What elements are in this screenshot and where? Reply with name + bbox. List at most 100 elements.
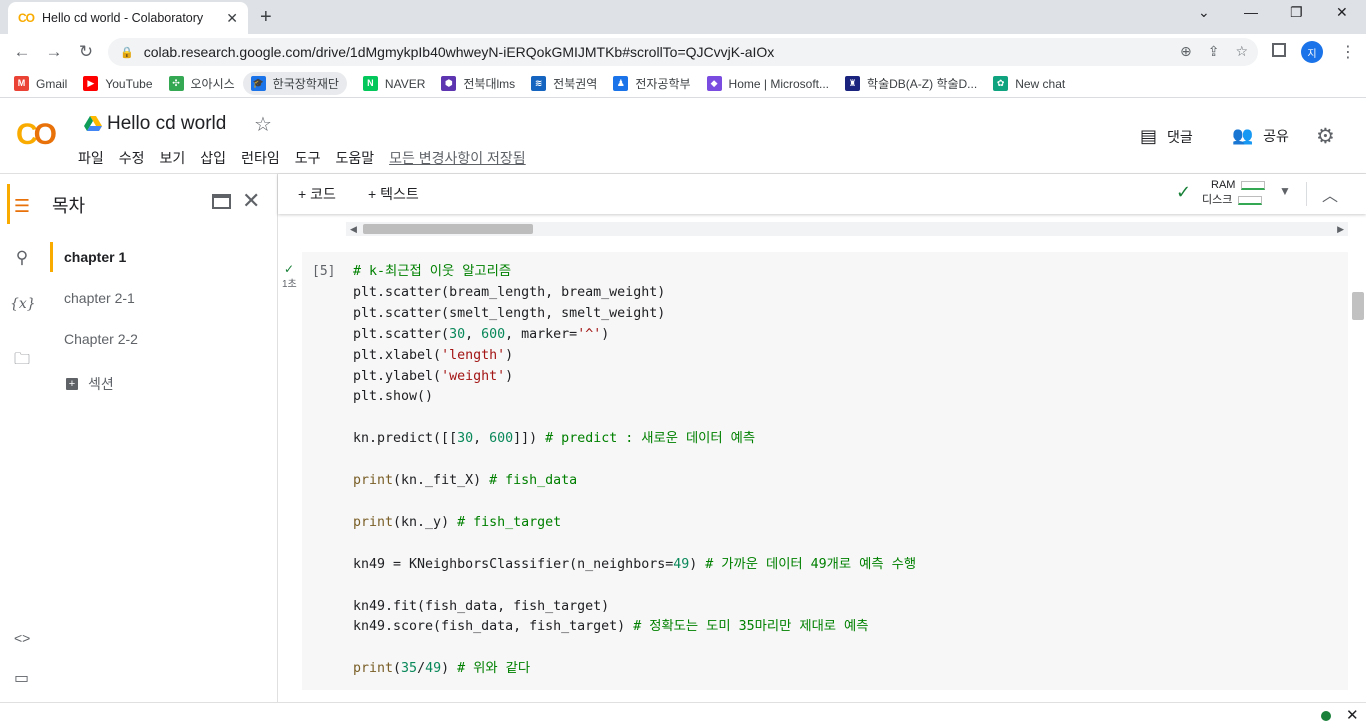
menu-item[interactable]: 수정 xyxy=(119,148,145,168)
menu-bar: 파일 수정 보기 삽입 런타임 도구 도움말 모든 변경사항이 저장됨 xyxy=(78,148,526,168)
close-status-icon[interactable]: ✕ xyxy=(1346,706,1359,724)
runtime-dropdown-icon[interactable]: ▼ xyxy=(1279,184,1291,198)
menu-item[interactable]: 도움말 xyxy=(335,148,374,168)
minimize-icon[interactable]: — xyxy=(1244,4,1258,20)
bookmark-label: Home | Microsoft... xyxy=(728,76,830,91)
scroll-right-icon[interactable]: ▶ xyxy=(1337,222,1344,236)
profile-avatar[interactable]: 지 xyxy=(1301,41,1323,63)
scrollbar-thumb[interactable] xyxy=(363,224,533,234)
tab-search-icon[interactable]: ⌄ xyxy=(1198,4,1210,21)
save-status-link[interactable]: 모든 변경사항이 저장됨 xyxy=(389,148,526,168)
toc-item-chapter-1[interactable]: chapter 1 xyxy=(64,249,126,265)
forward-icon[interactable]: → xyxy=(38,42,70,62)
bookmark-label: YouTube xyxy=(105,76,153,91)
variables-icon[interactable]: {x} xyxy=(10,296,36,312)
close-tab-icon[interactable]: ✕ xyxy=(226,10,238,27)
toc-title: 목차 xyxy=(52,196,86,216)
reload-icon[interactable]: ↻ xyxy=(70,42,102,62)
search-icon[interactable]: ⚲ xyxy=(10,248,34,268)
bookmarks-bar: M Gmail ▶ YouTube ✣ 오아시스 🎓 한국장학재단 N NAVER ⬢ 전북대lms ≋… xyxy=(0,70,1366,98)
bookmark-item[interactable]: ♟ 전자공학부 xyxy=(613,75,691,92)
menu-item[interactable]: 파일 xyxy=(78,148,104,168)
table-of-contents-icon[interactable]: ☰ xyxy=(10,196,34,217)
bookmark-item[interactable]: ≋ 전북권역 xyxy=(531,75,597,92)
add-code-button[interactable]: + 코드 xyxy=(298,184,336,204)
add-text-button[interactable]: + 텍스트 xyxy=(368,184,419,204)
notebook-toolbar: + 코드 + 텍스트 ✓ RAM 디스크 ▼ ︿ xyxy=(278,174,1366,214)
disk-label: 디스크 xyxy=(1202,194,1233,206)
bookmark-item[interactable]: 🎓 한국장학재단 xyxy=(242,72,347,95)
bookmark-star-icon[interactable]: ☆ xyxy=(1235,43,1248,60)
bookmark-favicon-icon: ▶ xyxy=(83,76,99,91)
collapse-header-icon[interactable]: ︿ xyxy=(1322,182,1338,206)
close-panel-icon[interactable]: ✕ xyxy=(242,188,260,214)
bookmark-item[interactable]: ✿ New chat xyxy=(993,76,1065,91)
files-folder-icon[interactable]: 🗀 xyxy=(10,348,34,375)
menu-item[interactable]: 런타임 xyxy=(241,148,280,168)
toc-item-chapter-2-2[interactable]: Chapter 2-2 xyxy=(64,331,138,347)
star-notebook-icon[interactable]: ☆ xyxy=(254,112,272,137)
bookmark-item[interactable]: ▶ YouTube xyxy=(83,76,153,91)
toc-item-chapter-2-1[interactable]: chapter 2-1 xyxy=(64,290,135,306)
bookmark-label: 전북권역 xyxy=(553,77,598,91)
bookmark-item[interactable]: ✣ 오아시스 xyxy=(168,75,235,92)
settings-gear-icon[interactable]: ⚙ xyxy=(1316,124,1335,149)
colab-header: CO Hello cd world ☆ 파일 수정 보기 삽입 런타임 도구 도움말 모든 변… xyxy=(0,98,1366,174)
back-icon[interactable]: ← xyxy=(6,42,38,62)
menu-item[interactable]: 삽입 xyxy=(200,148,226,168)
bookmark-item[interactable]: ♜ 학술DB(A-Z) 학술D... xyxy=(845,75,977,92)
side-panel-icon[interactable] xyxy=(1272,43,1286,57)
bookmark-favicon-icon: M xyxy=(14,76,29,91)
bookmark-favicon-icon: ♜ xyxy=(845,76,861,91)
share-page-icon[interactable]: ⇪ xyxy=(1208,43,1220,60)
menu-item[interactable]: 도구 xyxy=(295,148,321,168)
output-horizontal-scrollbar[interactable]: ◀ ▶ xyxy=(346,222,1348,236)
page-vertical-scrollbar[interactable] xyxy=(1352,292,1364,320)
comment-icon: ▤ xyxy=(1140,126,1158,146)
bookmark-label: NAVER xyxy=(384,76,426,91)
disk-bar xyxy=(1238,195,1263,205)
toc-active-indicator xyxy=(50,242,53,272)
ram-label: RAM xyxy=(1211,179,1236,191)
bookmark-favicon-icon: ✿ xyxy=(993,76,1009,91)
connected-check-icon: ✓ xyxy=(1176,182,1192,202)
bookmark-item[interactable]: N NAVER xyxy=(362,76,426,91)
zoom-icon[interactable]: ⊕ xyxy=(1180,43,1192,60)
code-editor[interactable]: # k-최근접 이웃 알고리즘 plt.scatter(bream_length… xyxy=(353,262,916,680)
bookmark-label: Gmail xyxy=(36,76,68,91)
restore-icon[interactable]: ❐ xyxy=(1290,4,1303,21)
open-in-tab-icon[interactable] xyxy=(212,194,231,209)
execution-count[interactable]: [5] xyxy=(312,264,335,279)
chrome-menu-icon[interactable]: ⋮ xyxy=(1340,42,1356,62)
bookmark-item[interactable]: M Gmail xyxy=(14,76,67,91)
status-bar: ✕ xyxy=(0,702,1366,727)
notebook-title[interactable]: Hello cd world xyxy=(107,113,226,135)
status-dot-icon[interactable] xyxy=(1321,711,1331,721)
new-tab-icon[interactable]: + xyxy=(260,6,272,29)
bookmark-label: 전북대lms xyxy=(463,77,516,91)
code-snippets-icon[interactable]: <> xyxy=(14,630,30,646)
scroll-left-icon[interactable]: ◀ xyxy=(350,222,357,236)
menu-item[interactable]: 보기 xyxy=(160,148,186,168)
colab-logo[interactable]: CO xyxy=(16,118,57,152)
comment-button[interactable]: ▤ 댓글 xyxy=(1140,126,1193,147)
bookmark-item[interactable]: ⬢ 전북대lms xyxy=(441,75,515,92)
close-window-icon[interactable]: ✕ xyxy=(1336,4,1348,21)
bookmark-item[interactable]: ◆ Home | Microsoft... xyxy=(706,76,830,91)
browser-tab[interactable]: CO Hello cd world - Colaboratory ✕ xyxy=(8,2,248,34)
command-palette-icon[interactable]: ▭ xyxy=(14,668,29,688)
run-success-icon: ✓ xyxy=(284,262,295,276)
lock-icon: 🔒 xyxy=(120,46,134,59)
address-bar[interactable]: 🔒 colab.research.google.com/drive/1dMgmy… xyxy=(108,38,1258,66)
left-rail: ☰ ⚲ {x} 🗀 <> ▭ xyxy=(0,174,44,702)
people-icon: 👥 xyxy=(1232,126,1254,145)
bookmark-label: New chat xyxy=(1015,76,1066,91)
bookmark-favicon-icon: ⬢ xyxy=(441,76,457,91)
share-button[interactable]: 👥 공유 xyxy=(1232,126,1289,146)
add-box-icon: + xyxy=(66,378,78,390)
add-section-button[interactable]: + 섹션 xyxy=(66,374,114,394)
bookmark-favicon-icon: ✣ xyxy=(168,76,184,91)
google-drive-icon[interactable] xyxy=(84,116,102,132)
bookmark-favicon-icon: ≋ xyxy=(531,76,547,91)
resource-monitor[interactable]: RAM 디스크 xyxy=(1202,178,1266,208)
